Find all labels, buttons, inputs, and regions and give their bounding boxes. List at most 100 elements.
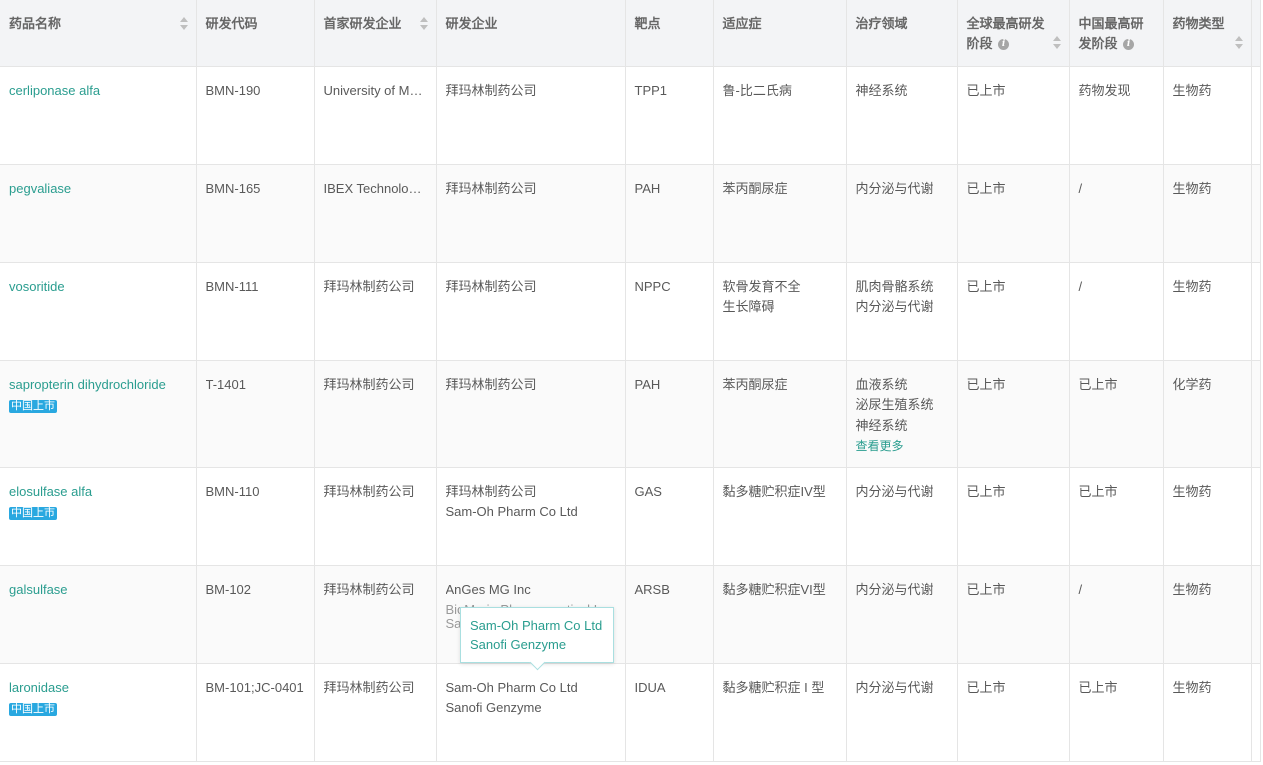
china-phase-text: 已上市 (1078, 679, 1118, 695)
global-phase-text: 已上市 (966, 581, 1006, 597)
drug-name-link[interactable]: laronidase (9, 678, 187, 699)
sort-icon[interactable] (1234, 36, 1243, 50)
cell-origin-company: 拜玛林制药公司 (314, 262, 437, 361)
cell-drug-type: 生物药 (1163, 66, 1252, 165)
cell-global-phase: 已上市 (957, 565, 1070, 664)
china-phase-text: / (1078, 180, 1083, 196)
cell-drug-type: 生物药 (1163, 663, 1252, 762)
cell-dev-company[interactable]: 拜玛林制药公司 (436, 360, 626, 468)
dev-company-line: 拜玛林制药公司 (445, 278, 537, 294)
drug-name-link[interactable]: sapropterin dihydrochloride (9, 375, 187, 396)
origin-company-text: 拜玛林制药公司 (323, 483, 415, 499)
cell-extra (1251, 66, 1261, 165)
drug-name-link[interactable]: elosulfase alfa (9, 482, 187, 503)
sort-icon[interactable] (1052, 36, 1061, 50)
origin-company-text: 拜玛林制药公司 (323, 679, 415, 695)
cell-origin-company: University of Medicine a… (314, 66, 437, 165)
area-line: 神经系统 (855, 417, 908, 433)
drug-name-link[interactable]: pegvaliase (9, 179, 187, 200)
cell-drug-name: sapropterin dihydrochloride 中国上市 (0, 360, 197, 468)
cell-dev-company[interactable]: Sam-Oh Pharm Co Ltd Sanofi Genzyme (436, 663, 626, 762)
cell-drug-type: 生物药 (1163, 164, 1252, 263)
cell-china-phase: / (1069, 164, 1164, 263)
china-phase-text: 药物发现 (1078, 82, 1131, 98)
cell-china-phase: 药物发现 (1069, 66, 1164, 165)
header-drug-name[interactable]: 药品名称 (0, 0, 197, 67)
code-text: BMN-190 (205, 82, 261, 98)
cell-indication: 鲁-比二氏病 (713, 66, 847, 165)
table-header-row: 药品名称 研发代码 首家研发企业 研发企业 靶点 适应症 治疗领域 全球最高研发… (0, 0, 1261, 67)
cell-therapeutic-area: 内分泌与代谢 (846, 565, 958, 664)
header-china-phase: 中国最高研发阶段 i (1069, 0, 1164, 67)
dev-company-line: AnGes MG Inc (445, 581, 531, 597)
cell-target: PAH (625, 164, 714, 263)
cell-drug-name: galsulfase (0, 565, 197, 664)
code-text: T-1401 (205, 376, 246, 392)
cell-origin-company: 拜玛林制药公司 (314, 360, 437, 468)
sort-icon[interactable] (419, 17, 428, 31)
cell-dev-company[interactable]: 拜玛林制药公司 (436, 66, 626, 165)
header-extra (1251, 0, 1261, 67)
cell-dev-company[interactable]: 拜玛林制药公司 (436, 164, 626, 263)
drug-name-link[interactable]: cerliponase alfa (9, 81, 187, 102)
cell-china-phase: 已上市 (1069, 360, 1164, 468)
header-drug-type[interactable]: 药物类型 (1163, 0, 1252, 67)
cell-therapeutic-area: 内分泌与代谢 (846, 467, 958, 566)
indication-line: 黏多糖贮积症IV型 (722, 483, 826, 499)
cell-code: BMN-111 (196, 262, 315, 361)
area-line: 神经系统 (855, 82, 908, 98)
header-dev-company: 研发企业 (436, 0, 626, 67)
target-text: IDUA (634, 679, 666, 695)
info-icon[interactable]: i (998, 39, 1010, 51)
origin-company-text: 拜玛林制药公司 (323, 376, 415, 392)
cell-code: BMN-165 (196, 164, 315, 263)
area-line: 内分泌与代谢 (855, 299, 934, 314)
dev-company-line: Sam-Oh Pharm Co Ltd (445, 504, 578, 519)
cell-drug-name: pegvaliase (0, 164, 197, 263)
indication-line: 苯丙酮尿症 (722, 376, 788, 392)
indication-line: 生长障碍 (722, 299, 775, 314)
cell-global-phase: 已上市 (957, 467, 1070, 566)
cell-global-phase: 已上市 (957, 164, 1070, 263)
china-listed-badge: 中国上市 (9, 400, 57, 413)
target-text: NPPC (634, 278, 671, 294)
target-text: GAS (634, 483, 662, 499)
drug-name-link[interactable]: galsulfase (9, 580, 187, 601)
dev-company-line: 拜玛林制药公司 (445, 180, 537, 196)
cell-global-phase: 已上市 (957, 66, 1070, 165)
cell-therapeutic-area: 内分泌与代谢 (846, 663, 958, 762)
cell-origin-company: 拜玛林制药公司 (314, 663, 437, 762)
cell-global-phase: 已上市 (957, 262, 1070, 361)
header-origin-company[interactable]: 首家研发企业 (314, 0, 437, 67)
drug-type-text: 生物药 (1172, 82, 1212, 98)
code-text: BMN-111 (205, 278, 259, 294)
cell-indication: 黏多糖贮积症IV型 (713, 467, 847, 566)
cell-global-phase: 已上市 (957, 663, 1070, 762)
target-text: PAH (634, 376, 661, 392)
sort-icon[interactable] (179, 17, 188, 31)
header-code: 研发代码 (196, 0, 315, 67)
header-therapeutic-area: 治疗领域 (846, 0, 958, 67)
china-listed-badge: 中国上市 (9, 507, 57, 520)
header-target: 靶点 (625, 0, 714, 67)
header-global-phase[interactable]: 全球最高研发阶段 i (957, 0, 1070, 67)
target-text: PAH (634, 180, 661, 196)
cell-dev-company[interactable]: 拜玛林制药公司 Sam-Oh Pharm Co Ltd (436, 467, 626, 566)
cell-target: IDUA (625, 663, 714, 762)
origin-company-text: University of Medicine a… (323, 82, 427, 98)
code-text: BM-101;JC-0401 (205, 679, 304, 695)
cell-indication: 苯丙酮尿症 (713, 360, 847, 468)
indication-line: 黏多糖贮积症 I 型 (722, 679, 825, 695)
view-more-link[interactable]: 查看更多 (856, 436, 948, 457)
cell-dev-company[interactable]: 拜玛林制药公司 (436, 262, 626, 361)
cell-drug-type: 生物药 (1163, 467, 1252, 566)
info-icon[interactable]: i (1123, 39, 1135, 51)
cell-drug-name: elosulfase alfa 中国上市 (0, 467, 197, 566)
table-row: sapropterin dihydrochloride 中国上市 T-1401 拜玛林… (0, 360, 1261, 468)
drug-name-link[interactable]: vosoritide (9, 277, 187, 298)
area-line: 泌尿生殖系统 (855, 397, 934, 412)
indication-line: 苯丙酮尿症 (722, 180, 788, 196)
drug-type-text: 生物药 (1172, 278, 1212, 294)
drug-type-text: 生物药 (1172, 180, 1212, 196)
cell-drug-name: cerliponase alfa (0, 66, 197, 165)
